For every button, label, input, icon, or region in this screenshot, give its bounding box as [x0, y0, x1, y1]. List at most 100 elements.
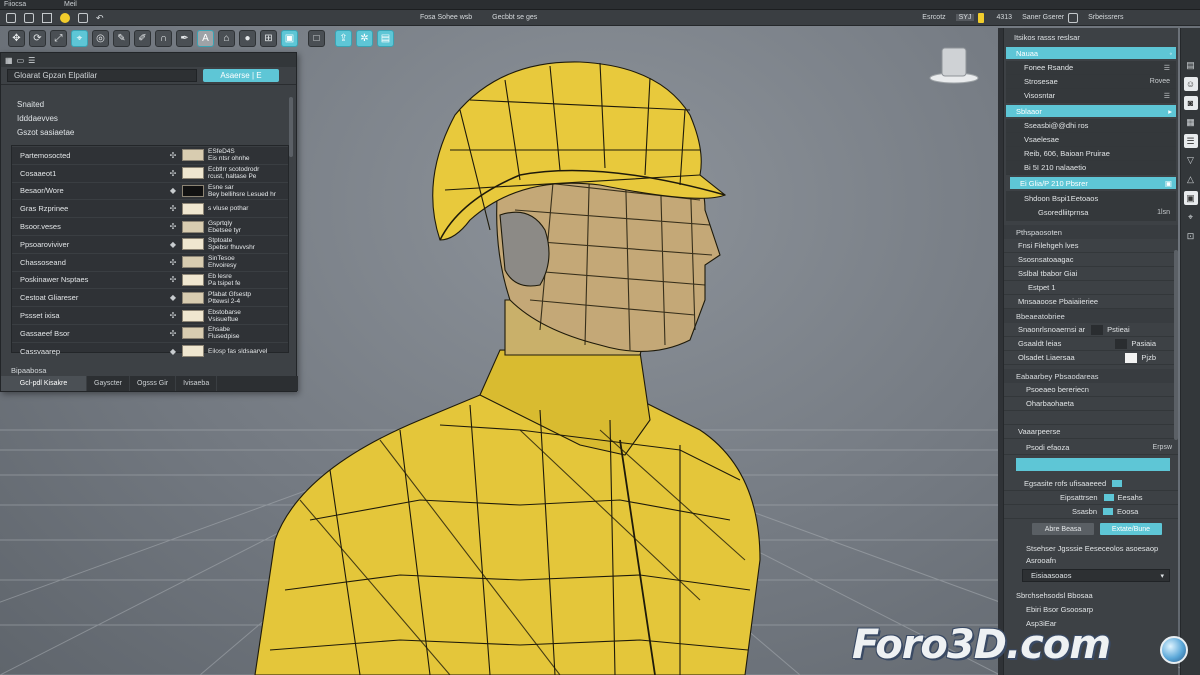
list-item[interactable]: Fnsi Filehgeh lves [1004, 239, 1178, 253]
user-badge[interactable]: SYJ [955, 14, 975, 21]
toggle-chip[interactable] [1103, 508, 1114, 515]
tab-item[interactable]: Ogsss Gir [130, 376, 177, 391]
move-tool-icon[interactable]: ✥ [8, 29, 25, 47]
property-row[interactable]: Vsaelesae [1006, 133, 1176, 147]
property-row[interactable]: Bi 5I 210 nalaaetio [1006, 161, 1176, 175]
undo-icon[interactable]: ↶ [96, 13, 106, 23]
list-item[interactable]: Estpet 1 [1004, 281, 1178, 295]
material-row[interactable]: Chassoseand ✣ SinTesoe Ehvoiresy [12, 252, 288, 271]
property-row[interactable]: Visosntar ☰ [1006, 89, 1176, 103]
frame-tool-icon[interactable]: ▣ [281, 29, 298, 47]
property-row[interactable]: Strosesae Rovee [1006, 75, 1176, 89]
warning-icon[interactable]: △ [1184, 172, 1198, 186]
smiley-icon[interactable] [60, 12, 70, 23]
panel-action-button[interactable]: Asaerse | E [203, 69, 279, 82]
measure-tool-icon[interactable]: ⊞ [260, 29, 277, 47]
dropdown-select[interactable]: Eisiaasoaos ▾ [1022, 569, 1170, 582]
pin-icon[interactable]: ✣ [164, 311, 182, 320]
material-thumbnail[interactable] [182, 167, 204, 180]
folder-icon[interactable]: ▭ [17, 56, 25, 65]
pin-icon[interactable]: ⌖ [1184, 210, 1198, 224]
material-thumbnail[interactable] [182, 184, 204, 197]
chip-row[interactable]: Eipsattrsen Eesahs [1004, 491, 1178, 505]
list-item[interactable]: Oharbaohaeta [1004, 397, 1178, 411]
property-row[interactable]: Gsoredliitprnsa 1lsn [1006, 205, 1176, 219]
material-thumbnail[interactable] [182, 291, 204, 304]
material-row[interactable]: Cestoat Gliareser ◆ Pfabat Gfsestp Pttewsl … [12, 288, 288, 306]
pin-icon[interactable]: ✣ [164, 222, 182, 231]
grid-icon[interactable]: ▦ [5, 56, 13, 65]
tree-item[interactable]: Idddaevves [11, 111, 289, 125]
layout-tool-icon[interactable]: ▤ [377, 29, 394, 47]
person-icon[interactable]: ☺ [1183, 77, 1198, 91]
material-thumbnail[interactable] [182, 345, 204, 358]
pin-icon[interactable]: ◆ [164, 293, 182, 302]
color-swatch[interactable] [1091, 324, 1104, 335]
swatch-row[interactable]: Gsaaldt leias Pasiaia [1004, 337, 1178, 351]
scale-tool-icon[interactable]: ⤢ [50, 29, 67, 47]
filter-icon[interactable]: ▽ [1184, 153, 1198, 167]
material-row[interactable]: Besaor/Wore ◆ Esne sar Bey bellihsre Lesued… [12, 181, 288, 200]
material-thumbnail[interactable] [182, 309, 204, 322]
export-tool-icon[interactable]: ⇪ [335, 29, 352, 47]
swatch-row[interactable]: Olsadet Liaersaa Pjzb [1004, 351, 1178, 365]
orbit-tool-icon[interactable]: ◎ [92, 29, 109, 47]
magnet-tool-icon[interactable]: ∩ [155, 29, 172, 47]
toggle-chip[interactable] [1103, 494, 1114, 501]
material-row[interactable]: Ppsoaroviviver ◆ Stptoate Spebsr fhuvvshr [12, 234, 288, 253]
window-icon[interactable] [24, 12, 34, 23]
list-item[interactable]: Psoeaeo bereriecn [1004, 383, 1178, 397]
home-tool-icon[interactable]: ⌂ [218, 29, 235, 47]
material-thumbnail[interactable] [182, 238, 204, 251]
material-row[interactable]: Gras Rzprinee ✣ s vluse pothar [12, 199, 288, 217]
material-thumbnail[interactable] [182, 256, 204, 269]
tree-item[interactable]: Snaited [11, 97, 289, 111]
material-row[interactable]: Poskinawer Nsptaes ✣ Eb lesre Pa tsipet fe [12, 270, 288, 289]
chip-row[interactable]: Ssasbn Eoosa [1004, 505, 1178, 519]
puzzle-tool-icon[interactable]: ✲ [356, 29, 373, 47]
chat-tool-icon[interactable]: ● [239, 29, 256, 47]
color-swatch[interactable] [1125, 352, 1138, 363]
property-row[interactable]: Fonee Rsande ☰ [1006, 61, 1176, 75]
layers-icon[interactable]: ▤ [1184, 58, 1198, 72]
material-row[interactable]: Gassaeef Bsor ✣ Ehsabe Flusedpise [12, 323, 288, 342]
material-thumbnail[interactable] [182, 273, 204, 286]
pin-icon[interactable]: ✣ [164, 329, 182, 338]
secondary-button[interactable]: Abre Beasa [1032, 523, 1094, 535]
brush-tool-icon[interactable]: ✐ [134, 29, 151, 47]
section-title[interactable]: Pthspaosoten [1004, 225, 1178, 239]
pin-icon[interactable]: ✣ [164, 204, 182, 213]
property-row[interactable]: Sseasbi@@dhi ros [1006, 119, 1176, 133]
tab-item[interactable]: Ivisaeba [176, 376, 218, 391]
list-item[interactable]: Ssosnsatoaagac [1004, 253, 1178, 267]
pin-icon[interactable]: ◆ [164, 186, 182, 195]
chevron-icon[interactable]: ▸ [1168, 107, 1176, 116]
material-thumbnail[interactable] [182, 149, 204, 162]
material-thumbnail[interactable] [182, 220, 204, 233]
section-title[interactable]: Eabaarbey Pbsaodareas [1004, 369, 1178, 383]
box-tool-icon[interactable]: □ [308, 29, 325, 47]
property-row[interactable]: Shdoon Bspi1Eetoaos [1006, 191, 1176, 205]
pin-icon[interactable]: ◆ [164, 240, 182, 249]
camera-icon[interactable]: ◙ [1183, 96, 1198, 110]
pen-tool-icon[interactable]: ✒ [176, 29, 193, 47]
bar-header[interactable]: Psodi efaoza Erpsw [1004, 441, 1178, 455]
list-item[interactable]: Mnsaaoose Pbaiaiieriee [1004, 295, 1178, 309]
list-icon[interactable]: ☰ [1183, 134, 1198, 148]
grid-icon[interactable] [6, 12, 16, 23]
grid-icon[interactable]: ▦ [1184, 115, 1198, 129]
list-item[interactable]: Sslbal tbabor Giai [1004, 267, 1178, 281]
pin-icon[interactable]: ✣ [164, 275, 182, 284]
section-header[interactable]: Nauaa ◦ [1006, 47, 1176, 59]
pin-icon[interactable]: ✣ [164, 258, 182, 267]
rotate-tool-icon[interactable]: ⟳ [29, 29, 46, 47]
gallery-icon[interactable]: ▣ [1183, 191, 1198, 205]
pin-icon[interactable]: ◆ [164, 347, 182, 356]
color-swatch[interactable] [1115, 338, 1128, 349]
tree-item[interactable]: Gszot sasiaetae [11, 125, 289, 139]
menu-item[interactable]: Meil [60, 1, 81, 8]
chip-row[interactable]: Egsasite rofs ufisaaeeed [1004, 477, 1178, 491]
user-menu[interactable]: Srbeissrers [1088, 14, 1123, 21]
lock-icon[interactable]: ⊡ [1184, 229, 1198, 243]
color-bar[interactable] [1016, 458, 1170, 471]
